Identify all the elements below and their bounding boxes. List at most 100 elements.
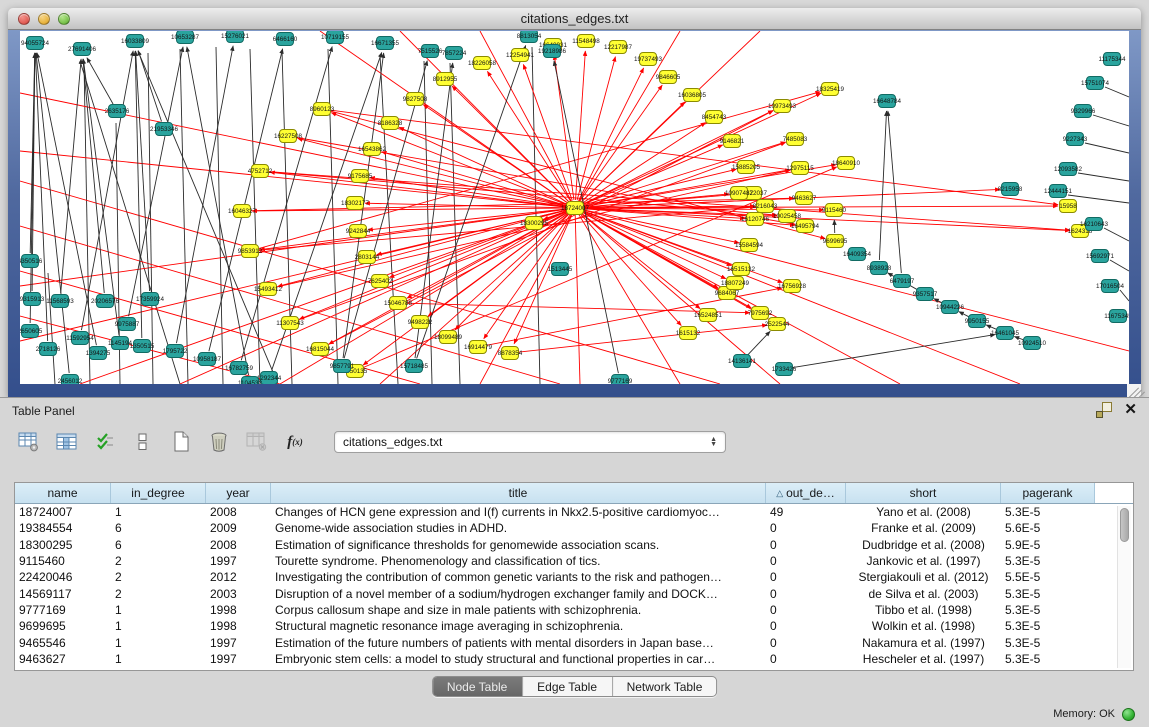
graph-node[interactable]: 9463627 bbox=[792, 192, 817, 205]
graph-node[interactable]: 7515526 bbox=[418, 45, 443, 58]
graph-node[interactable]: 7975692 bbox=[748, 307, 773, 320]
column-header-year[interactable]: year bbox=[206, 483, 271, 503]
zoom-window-icon[interactable] bbox=[58, 13, 70, 25]
graph-node[interactable]: 9777169 bbox=[608, 375, 633, 385]
graph-node[interactable]: 15584594 bbox=[735, 239, 764, 252]
minimize-window-icon[interactable] bbox=[38, 13, 50, 25]
unselect-all-columns-icon[interactable] bbox=[130, 430, 156, 454]
close-window-icon[interactable] bbox=[18, 13, 30, 25]
graph-node[interactable]: 16046327 bbox=[228, 205, 257, 218]
graph-node[interactable]: 16227508 bbox=[274, 130, 303, 143]
graph-node[interactable]: 8215958 bbox=[998, 183, 1023, 196]
table-row[interactable]: 911546021997Tourette syndrome. Phenomeno… bbox=[15, 553, 1133, 569]
graph-node[interactable]: 11592954 bbox=[66, 332, 94, 345]
graph-node[interactable]: 18300295 bbox=[520, 217, 549, 230]
tab-edge-table[interactable]: Edge Table bbox=[523, 677, 613, 696]
graph-node[interactable]: 2650605 bbox=[20, 325, 43, 338]
new-column-icon[interactable] bbox=[168, 430, 194, 454]
graph-node[interactable]: 6466160 bbox=[273, 33, 298, 46]
graph-node[interactable]: 6479197 bbox=[890, 275, 915, 288]
graph-node[interactable]: 2635176 bbox=[105, 105, 130, 118]
graph-node[interactable]: 16782759 bbox=[225, 362, 254, 375]
table-row[interactable]: 946362711997Embryonic stem cells: a mode… bbox=[15, 651, 1133, 667]
graph-node[interactable]: 9115460 bbox=[822, 204, 847, 217]
graph-node[interactable]: 10958187 bbox=[193, 353, 222, 366]
graph-node[interactable]: 16524851 bbox=[694, 309, 723, 322]
graph-node[interactable]: 14136141 bbox=[728, 355, 757, 368]
graph-node[interactable]: 21953346 bbox=[150, 123, 179, 136]
graph-node[interactable]: 16671355 bbox=[371, 37, 400, 50]
graph-node[interactable]: 12217987 bbox=[604, 41, 633, 54]
graph-node[interactable]: 18302177 bbox=[341, 197, 370, 210]
graph-node[interactable]: 12254941 bbox=[506, 49, 535, 62]
graph-node[interactable]: 7485083 bbox=[783, 133, 808, 146]
table-row[interactable]: 1456911722003Disruption of a novel membe… bbox=[15, 585, 1133, 601]
graph-node[interactable]: 9975887 bbox=[115, 318, 140, 331]
graph-node[interactable]: 8813054 bbox=[517, 31, 542, 43]
graph-node[interactable]: 7625402 bbox=[368, 275, 393, 288]
column-header-in_degree[interactable]: in_degree bbox=[111, 483, 206, 503]
graph-node[interactable]: 9315913 bbox=[20, 293, 45, 306]
column-header-title[interactable]: title bbox=[271, 483, 766, 503]
graph-node[interactable]: 8454743 bbox=[702, 111, 727, 124]
select-all-columns-icon[interactable] bbox=[92, 430, 118, 454]
graph-node[interactable]: 16648784 bbox=[873, 95, 902, 108]
delete-column-icon[interactable] bbox=[206, 430, 232, 454]
graph-node[interactable]: 1795722 bbox=[163, 345, 188, 358]
close-panel-icon[interactable]: ✕ bbox=[1124, 402, 1137, 418]
graph-node[interactable]: 8216043 bbox=[753, 200, 778, 213]
graph-node[interactable]: 10719155 bbox=[321, 31, 350, 44]
graph-node[interactable]: 16543862 bbox=[358, 143, 387, 156]
graph-node[interactable]: 2456012 bbox=[58, 375, 83, 385]
column-header-pagerank[interactable]: pagerank bbox=[1001, 483, 1095, 503]
table-row[interactable]: 946554611997Estimation of the future num… bbox=[15, 634, 1133, 650]
graph-node[interactable]: 16036805 bbox=[678, 89, 707, 102]
network-canvas[interactable]: 1872400718226058891295598275088186328165… bbox=[20, 31, 1129, 384]
graph-node[interactable]: 18226058 bbox=[468, 57, 497, 70]
graph-node[interactable]: 2522544 bbox=[765, 318, 790, 331]
graph-node[interactable]: 15276021 bbox=[221, 31, 250, 43]
graph-node[interactable]: 27691406 bbox=[68, 43, 97, 56]
column-header-name[interactable]: name bbox=[15, 483, 111, 503]
graph-node[interactable]: 16033809 bbox=[121, 35, 150, 48]
table-row[interactable]: 2242004622012Investigating the contribut… bbox=[15, 569, 1133, 585]
graph-node[interactable]: 9498222 bbox=[408, 316, 433, 329]
function-builder-icon[interactable]: f(x) bbox=[282, 430, 308, 454]
graph-node[interactable]: 1733426 bbox=[772, 363, 797, 376]
graph-node[interactable]: 8960123 bbox=[310, 103, 335, 116]
graph-node[interactable]: 12444151 bbox=[1044, 185, 1073, 198]
graph-node[interactable]: 11175344 bbox=[1098, 53, 1126, 66]
graph-node[interactable]: 11307543 bbox=[276, 317, 304, 330]
graph-node[interactable]: 12093582 bbox=[1054, 163, 1083, 176]
vertical-scrollbar[interactable] bbox=[1117, 506, 1131, 668]
graph-node[interactable]: 9146821 bbox=[720, 135, 745, 148]
window-titlebar[interactable]: citations_edges.txt bbox=[8, 8, 1141, 30]
graph-node[interactable]: 15718485 bbox=[400, 360, 429, 373]
graph-node[interactable]: 16914479 bbox=[464, 341, 493, 354]
graph-node[interactable]: 19737493 bbox=[634, 53, 663, 66]
graph-node[interactable]: 4752712 bbox=[248, 165, 273, 178]
table-row[interactable]: 977716911998Corpus callosum shape and si… bbox=[15, 602, 1133, 618]
graph-node[interactable]: 15493412 bbox=[254, 283, 283, 296]
table-row[interactable]: 1872400712008Changes of HCN gene express… bbox=[15, 504, 1133, 520]
column-header-out_de[interactable]: △out_de… bbox=[766, 483, 846, 503]
graph-node[interactable]: 9950155 bbox=[965, 315, 990, 328]
table-row[interactable]: 1938455462009Genome-wide association stu… bbox=[15, 520, 1133, 536]
float-window-icon[interactable] bbox=[1096, 402, 1112, 418]
graph-node[interactable]: 16409354 bbox=[843, 248, 872, 261]
table-row[interactable]: 1830029562008Estimation of significance … bbox=[15, 537, 1133, 553]
scrollbar-thumb[interactable] bbox=[1120, 508, 1129, 542]
graph-node[interactable]: 94055724 bbox=[21, 37, 50, 50]
graph-node[interactable]: 4350516 bbox=[20, 255, 43, 268]
graph-node[interactable]: 9853912 bbox=[238, 245, 263, 258]
graph-node[interactable]: 10924510 bbox=[1018, 337, 1047, 350]
graph-node[interactable]: 10653287 bbox=[171, 31, 200, 44]
graph-node[interactable]: 9329966 bbox=[1071, 105, 1096, 118]
tab-node-table[interactable]: Node Table bbox=[433, 677, 523, 696]
graph-node[interactable]: 8912955 bbox=[433, 73, 458, 86]
graph-node[interactable]: 11675345 bbox=[1104, 310, 1129, 323]
graph-node[interactable]: 2803144 bbox=[355, 251, 380, 264]
graph-node[interactable]: 8938928 bbox=[867, 262, 892, 275]
resize-grip[interactable] bbox=[1127, 384, 1141, 397]
column-header-short[interactable]: short bbox=[846, 483, 1001, 503]
